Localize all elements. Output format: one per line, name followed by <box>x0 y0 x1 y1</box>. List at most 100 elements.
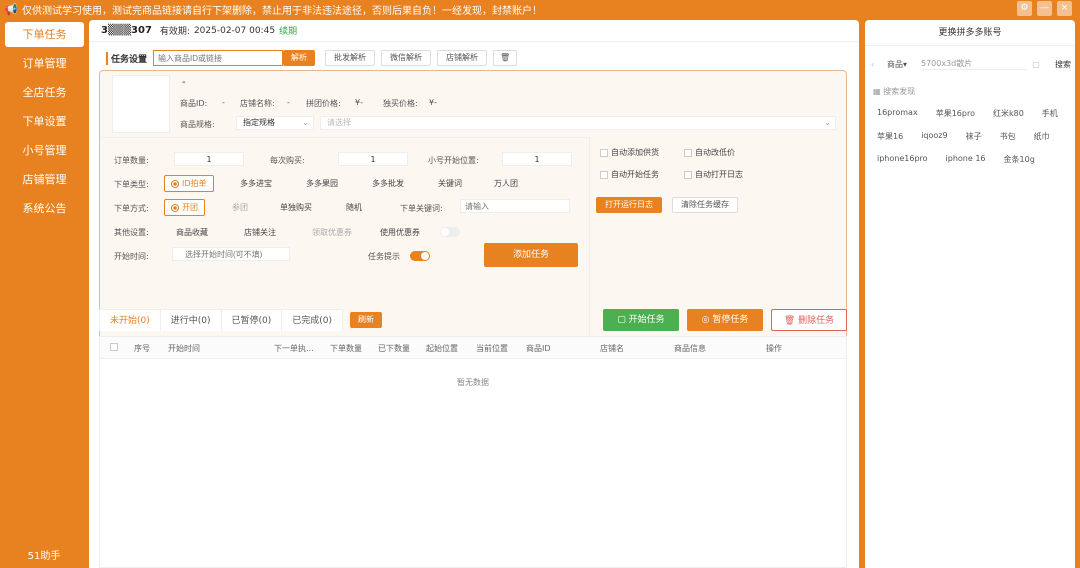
order-qty-stepper[interactable]: 1 <box>174 152 244 166</box>
start-time-label: 开始时间: <box>114 252 149 261</box>
start-position-label: 小号开始位置: <box>428 156 479 165</box>
col-start-pos: 起始位置 <box>426 344 458 353</box>
parse-button[interactable]: 解析 <box>283 50 316 66</box>
shop-parse-button[interactable]: 店铺解析 <box>437 50 488 66</box>
keyword-label: 下单关键词: <box>400 204 443 213</box>
add-task-button[interactable]: 添加任务 <box>484 243 578 267</box>
col-order-qty: 下单数量 <box>330 344 362 353</box>
close-icon[interactable]: × <box>1057 1 1072 16</box>
single-price-label: 独买价格: <box>383 99 418 108</box>
radio-icon <box>171 203 179 212</box>
product-image <box>112 75 170 133</box>
suggestion-chip[interactable]: 红米k80 <box>993 108 1024 119</box>
suggestion-chip[interactable]: iqooz9 <box>921 131 947 142</box>
sidebar-item-order-task[interactable]: 下单任务 <box>5 22 84 47</box>
order-qty-label: 订单数量: <box>114 156 149 165</box>
col-next-order: 下一单执... <box>274 344 314 353</box>
clear-cache-button[interactable]: 清除任务缓存 <box>672 197 738 213</box>
auto-supply-checkbox[interactable]: 自动添加供货 <box>600 147 659 158</box>
sidebar-item-announcements[interactable]: 系统公告 <box>5 196 84 221</box>
settings-header: 任务设置 解析 批发解析 微信解析 店铺解析 🗑 <box>100 50 518 66</box>
option-claim-coupon[interactable]: 领取优惠券 <box>312 227 352 238</box>
order-type-jinbao[interactable]: 多多进宝 <box>240 178 272 189</box>
table-header: 序号 开始时间 下一单执... 下单数量 已下数量 起始位置 当前位置 商品ID… <box>100 337 846 359</box>
col-current-pos: 当前位置 <box>476 344 508 353</box>
sidebar-item-alt-accounts[interactable]: 小号管理 <box>5 138 84 163</box>
sidebar-item-shop-task[interactable]: 全店任务 <box>5 80 84 105</box>
task-tip-label: 任务提示 <box>368 252 400 261</box>
suggestion-chip[interactable]: 袜子 <box>966 131 982 142</box>
suggestion-chip[interactable]: 苹果16 <box>877 131 903 142</box>
suggestion-chip[interactable]: 手机 <box>1042 108 1058 119</box>
tab-paused[interactable]: 已暂停(0) <box>220 309 283 331</box>
suggestion-chip[interactable]: 纸巾 <box>1034 131 1050 142</box>
sidebar-item-shop-manage[interactable]: 店铺管理 <box>5 167 84 192</box>
product-url-input[interactable] <box>153 50 284 66</box>
order-method-open[interactable]: 开团 <box>164 199 205 216</box>
per-buy-stepper[interactable]: 1 <box>338 152 408 166</box>
task-tip-toggle[interactable] <box>410 251 430 261</box>
suggestion-chip[interactable]: 16promax <box>877 108 918 119</box>
search-input[interactable]: 5700x3d散片 <box>921 58 1027 70</box>
auto-log-checkbox[interactable]: 自动打开日志 <box>684 169 743 180</box>
order-type-id[interactable]: ID拍单 <box>164 175 214 192</box>
order-type-keyword[interactable]: 关键词 <box>438 178 462 189</box>
start-time-input[interactable] <box>172 247 290 261</box>
sidebar-item-order-settings[interactable]: 下单设置 <box>5 109 84 134</box>
notice-text: 仅供测试学习使用，测试完商品链接请自行下架删除，禁止用于非法违法途径，否则后果自… <box>22 5 542 17</box>
search-button[interactable]: 搜索 <box>1045 59 1071 70</box>
product-id-label: 商品ID: <box>180 99 208 108</box>
category-select[interactable]: 商品▾ <box>887 59 921 70</box>
tab-completed[interactable]: 已完成(0) <box>281 309 343 331</box>
batch-parse-button[interactable]: 批发解析 <box>325 50 376 66</box>
camera-icon[interactable]: ▢ <box>1027 60 1045 69</box>
tab-in-progress[interactable]: 进行中(0) <box>159 309 222 331</box>
checkbox-icon <box>600 148 608 157</box>
wechat-parse-button[interactable]: 微信解析 <box>381 50 432 66</box>
select-all-checkbox[interactable] <box>110 343 118 351</box>
order-method-join[interactable]: 参团 <box>232 202 248 213</box>
suggestion-chip[interactable]: 书包 <box>1000 131 1016 142</box>
order-type-wholesale[interactable]: 多多批发 <box>372 178 404 189</box>
spec-option-select[interactable]: 请选择 ⌄ <box>320 116 836 130</box>
product-name: - <box>182 77 186 88</box>
keyword-input[interactable] <box>460 199 570 213</box>
order-type-label: 下单类型: <box>114 180 149 189</box>
suggestion-chip[interactable]: 金条10g <box>1004 154 1035 165</box>
settings-icon[interactable]: ⚙ <box>1017 1 1032 16</box>
expiry-date: 2025-02-07 00:45 <box>193 25 276 36</box>
back-icon[interactable]: ‹ <box>871 60 887 69</box>
refresh-button[interactable]: 刷新 <box>350 312 382 328</box>
order-method-label: 下单方式: <box>114 204 149 213</box>
option-favorite[interactable]: 商品收藏 <box>176 227 208 238</box>
suggestion-chip[interactable]: 苹果16pro <box>936 108 975 119</box>
minimize-icon[interactable]: — <box>1037 1 1052 16</box>
account-panel-title: 更换拼多多账号 <box>865 20 1075 46</box>
single-price-value: ¥- <box>429 98 437 107</box>
suggestion-chip[interactable]: iphone16pro <box>877 154 928 165</box>
option-follow-shop[interactable]: 店铺关注 <box>244 227 276 238</box>
auto-price-checkbox[interactable]: 自动改低价 <box>684 147 735 158</box>
order-type-group[interactable]: 万人团 <box>494 178 518 189</box>
order-method-random[interactable]: 随机 <box>346 202 362 213</box>
order-method-single[interactable]: 单独购买 <box>280 202 312 213</box>
spec-select[interactable]: 指定规格 ⌄ <box>236 116 314 130</box>
option-use-coupon[interactable]: 使用优惠券 <box>380 227 420 238</box>
checkbox-icon <box>600 170 608 179</box>
sidebar: 下单任务 订单管理 全店任务 下单设置 小号管理 店铺管理 系统公告 51助手 <box>0 18 88 568</box>
start-position-stepper[interactable]: 1 <box>502 152 572 166</box>
product-search-bar: ‹ 商品▾ 5700x3d散片 ▢ 搜索 <box>871 56 1071 72</box>
other-settings-label: 其他设置: <box>114 228 149 237</box>
auto-start-checkbox[interactable]: 自动开始任务 <box>600 169 659 180</box>
open-log-button[interactable]: 打开运行日志 <box>596 197 662 213</box>
suggestion-chip[interactable]: iphone 16 <box>946 154 986 165</box>
tab-not-started[interactable]: 未开始(0) <box>99 309 161 331</box>
col-product-info: 商品信息 <box>674 344 706 353</box>
use-coupon-toggle[interactable] <box>440 227 460 237</box>
order-type-orchard[interactable]: 多多果园 <box>306 178 338 189</box>
search-suggestions: 16promax 苹果16pro 红米k80 手机 苹果16 iqooz9 袜子… <box>877 108 1072 165</box>
account-bar: 3▒▒▒307 有效期: 2025-02-07 00:45 续期 <box>89 20 859 42</box>
trash-icon[interactable]: 🗑 <box>493 50 518 66</box>
sidebar-item-order-manage[interactable]: 订单管理 <box>5 51 84 76</box>
renew-link[interactable]: 续期 <box>279 24 297 37</box>
